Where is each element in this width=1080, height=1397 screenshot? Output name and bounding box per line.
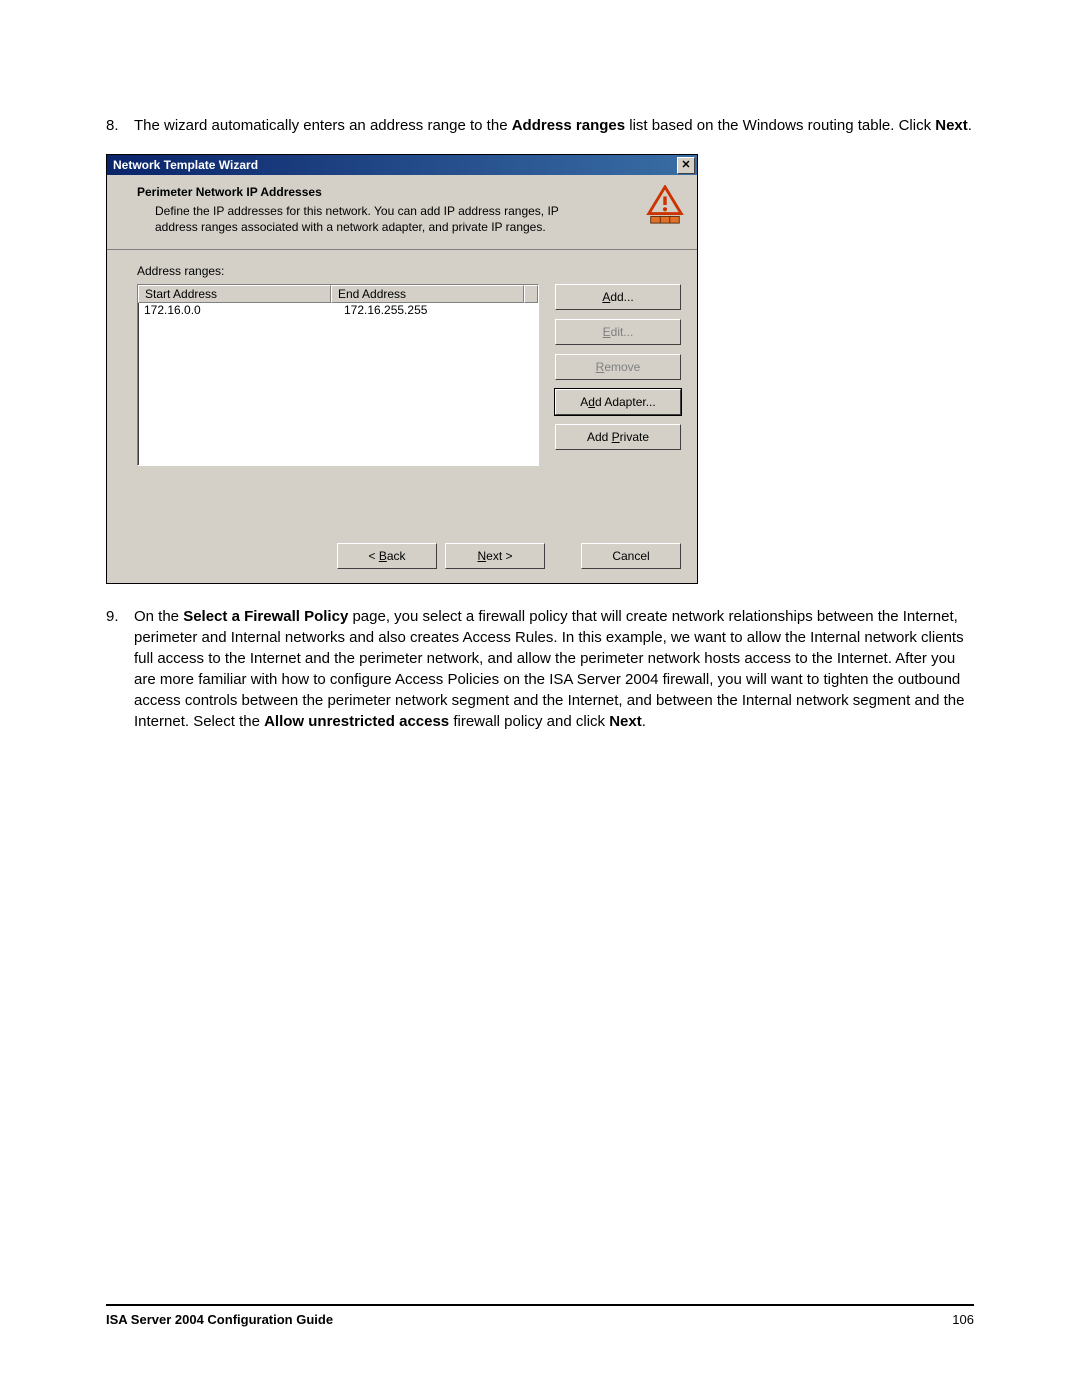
page-footer: ISA Server 2004 Configuration Guide 106 (106, 1304, 974, 1327)
add-adapter-button[interactable]: Add Adapter... (555, 389, 681, 415)
next-button[interactable]: Next > (445, 543, 545, 569)
dialog-titlebar[interactable]: Network Template Wizard ✕ (107, 155, 697, 175)
list-headers: Start Address End Address (138, 285, 538, 303)
footer-title: ISA Server 2004 Configuration Guide (106, 1312, 333, 1327)
document-page: 8. The wizard automatically enters an ad… (0, 0, 1080, 1397)
spacer (137, 466, 681, 521)
page-number: 106 (952, 1312, 974, 1327)
cell-start-address: 172.16.0.0 (138, 303, 338, 317)
dialog-header-title: Perimeter Network IP Addresses (137, 185, 635, 199)
back-button[interactable]: < Back (337, 543, 437, 569)
step-number: 8. (106, 115, 134, 136)
address-list-row: Start Address End Address 172.16.0.0 172… (137, 284, 681, 466)
add-button[interactable]: Add... (555, 284, 681, 310)
dialog-body: Address ranges: Start Address End Addres… (107, 250, 697, 531)
nav-gap (553, 543, 573, 569)
wizard-nav-buttons: < Back Next > Cancel (107, 531, 697, 583)
column-header-end[interactable]: End Address (331, 285, 524, 303)
step-text: On the Select a Firewall Policy page, yo… (134, 606, 974, 732)
remove-button[interactable]: Remove (555, 354, 681, 380)
instruction-step-9: 9. On the Select a Firewall Policy page,… (106, 606, 974, 732)
close-icon: ✕ (681, 160, 690, 171)
network-template-wizard-dialog: Network Template Wizard ✕ Perimeter Netw… (106, 154, 698, 584)
instruction-list: 8. The wizard automatically enters an ad… (106, 115, 974, 136)
dialog-title: Network Template Wizard (113, 158, 258, 172)
step-number: 9. (106, 606, 134, 627)
instruction-step-8: 8. The wizard automatically enters an ad… (106, 115, 974, 136)
step-text: The wizard automatically enters an addre… (134, 115, 972, 136)
list-rows: 172.16.0.0 172.16.255.255 (138, 303, 538, 317)
dialog-header-description: Define the IP addresses for this network… (155, 203, 585, 235)
column-header-start[interactable]: Start Address (138, 285, 331, 303)
dialog-header-text: Perimeter Network IP Addresses Define th… (137, 185, 635, 235)
column-header-filler (524, 285, 538, 303)
edit-button[interactable]: Edit... (555, 319, 681, 345)
instruction-list-2: 9. On the Select a Firewall Policy page,… (106, 606, 974, 732)
cell-end-address: 172.16.255.255 (338, 303, 538, 317)
warning-firewall-icon (645, 185, 685, 225)
side-buttons: Add... Edit... Remove Add Adapter... Add (555, 284, 681, 450)
add-private-button[interactable]: Add Private (555, 424, 681, 450)
dialog-header: Perimeter Network IP Addresses Define th… (107, 175, 697, 250)
dialog-wrapper: Network Template Wizard ✕ Perimeter Netw… (106, 154, 974, 584)
close-button[interactable]: ✕ (677, 157, 695, 174)
address-ranges-label: Address ranges: (137, 264, 681, 278)
cancel-button[interactable]: Cancel (581, 543, 681, 569)
address-ranges-listbox[interactable]: Start Address End Address 172.16.0.0 172… (137, 284, 539, 466)
list-item[interactable]: 172.16.0.0 172.16.255.255 (138, 303, 538, 317)
